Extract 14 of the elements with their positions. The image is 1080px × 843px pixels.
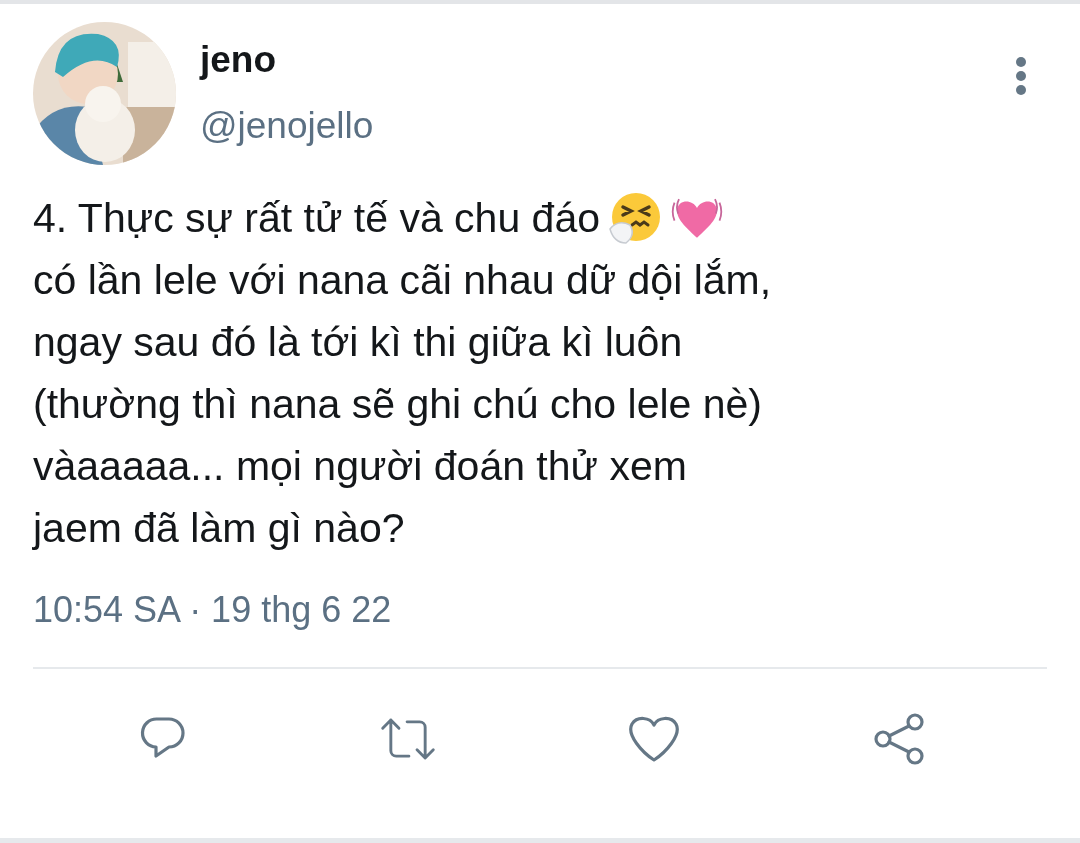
tweet-text: vàaaaaa... mọi người đoán thử xem: [33, 442, 687, 490]
author-handle: @jenojello: [200, 104, 375, 148]
retweet-icon: [380, 716, 437, 762]
tweet-text: có lần lele với nana cãi nhau dữ dội lắm,: [33, 256, 772, 304]
heart-icon: [627, 715, 680, 763]
tweet-text: (thường thì nana sẽ ghi chú cho lele nè): [33, 380, 762, 428]
tweet-text: 4. Thực sự rất tử tế và chu đáo: [33, 194, 600, 242]
tweet-text: jaem đã làm gì nào?: [33, 504, 405, 552]
share-icon: [873, 713, 926, 765]
sneezing-face-icon: [608, 191, 662, 245]
tweet-text: ngay sau đó là tới kì thi giữa kì luôn: [33, 318, 683, 366]
tweet-timestamp: 10:54 SA · 19 thg 6 22: [33, 589, 393, 631]
more-options-icon[interactable]: [1014, 56, 1028, 96]
author-name: jeno: [200, 38, 278, 82]
